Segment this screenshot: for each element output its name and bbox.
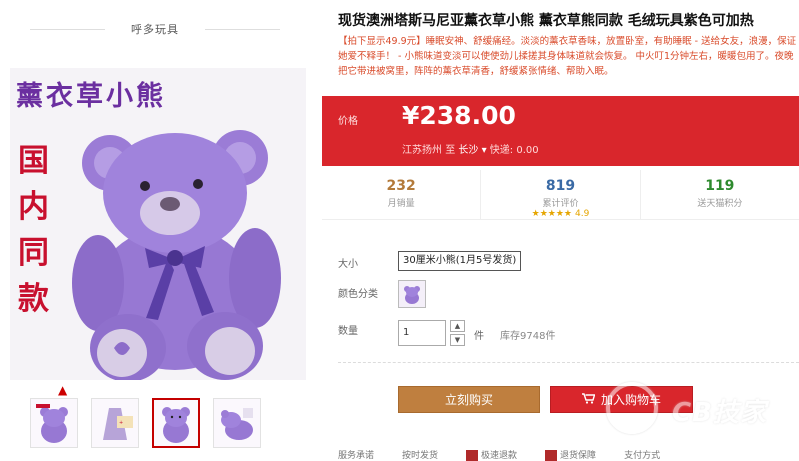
ship-origin: 江苏扬州 [402,145,442,156]
stats-bar: 232 月销量 819 累计评价 ★★★★★ 4.9 119 送天猫积分 [322,170,799,220]
shipping-fee: 快递: 0.00 [489,145,539,156]
points-label: 送天猫积分 [697,199,743,209]
service-item-label: 极速退款 [481,451,518,461]
ship-destination-select[interactable]: 长沙 ▾ [458,145,486,156]
divider-line [30,29,105,30]
thumbnail[interactable]: + [91,398,139,448]
star-icon: ★★★★★ [531,209,572,219]
promo-description: 【拍下显示49.9元】睡眠安神、舒缓痛经。淡淡的薰衣草香味，放置卧室，有助睡眠 … [338,36,797,77]
points-value: 119 [705,178,735,194]
ship-to: 至 [445,145,456,156]
watermark-logo-icon [606,382,658,434]
rating-score: 4.9 [575,209,590,219]
stat-reviews[interactable]: 819 累计评价 ★★★★★ 4.9 [481,170,641,219]
shop-name[interactable]: 呼多玩具 [131,23,179,36]
size-option[interactable]: 30厘米小熊(1月5号发货) [398,251,522,271]
product-gallery: 呼多玩具 薰衣草小熊 国内同款 ▲ + [0,0,318,461]
service-item[interactable]: 按时发货 [402,448,438,461]
bear-thumbnail-icon [162,407,190,443]
size-label: 大小 [338,259,358,270]
svg-text:+: + [119,420,123,426]
cart-icon [581,387,596,414]
service-tag-icon [545,450,558,461]
image-side-text: 国内同款 [18,143,49,317]
stat-monthly-sales: 232 月销量 [322,170,482,219]
star-rating: ★★★★★ 4.9 [481,209,639,219]
reviews-label: 累计评价 [542,199,579,209]
lavender-bear-image [72,130,281,380]
stat-points: 119 送天猫积分 [641,170,799,219]
monthly-sales-value: 232 [386,178,416,194]
color-option[interactable] [398,280,426,308]
thumbnail[interactable] [213,398,261,448]
divider-line [205,29,280,30]
divider [338,362,799,363]
main-product-image[interactable]: 薰衣草小熊 国内同款 [10,68,306,380]
thumbnail[interactable] [30,398,78,448]
shipping-info: 江苏扬州 至 长沙 ▾ 快递: 0.00 [402,141,539,156]
quantity-label: 数量 [338,326,358,337]
service-item[interactable]: 退货保障 [545,448,596,461]
service-item[interactable]: 极速退款 [466,448,517,461]
chevron-down-icon: ▾ [481,145,487,156]
lavender-sack-thumbnail-icon: + [103,408,133,440]
service-tag-icon [466,450,479,461]
service-label: 服务承诺 [338,451,375,461]
bear-thumbnail-icon [36,404,68,443]
color-label: 颜色分类 [338,289,378,300]
bear-thumbnail-icon [221,408,253,440]
thumbnail-strip: + [30,398,261,448]
price-label: 价格 [338,116,358,127]
shop-header: 呼多玩具 [20,18,290,40]
stock-count: 库存9748件 [500,331,556,342]
watermark-text: CB技家 [672,398,767,428]
chevron-up-icon[interactable]: ▲ [58,383,67,397]
price-value: ¥238.00 [402,101,516,130]
bear-swatch-icon [404,286,420,304]
chevron-up-icon: ▲ [454,322,461,330]
quantity-decrease-button[interactable]: ▼ [450,334,465,346]
watermark: CB技家 [606,378,796,458]
image-title-overlay: 薰衣草小熊 [16,81,166,112]
reviews-value: 819 [545,178,576,194]
monthly-sales-label: 月销量 [387,199,415,209]
service-item-label: 按时发货 [402,451,439,461]
quantity-increase-button[interactable]: ▲ [450,320,465,332]
buy-now-button[interactable]: 立刻购买 [398,386,540,413]
thumbnail-active[interactable] [152,398,200,448]
product-title: 现货澳洲塔斯马尼亚薰衣草小熊 薰衣草熊同款 毛绒玩具紫色可加热 [338,13,754,29]
quantity-unit: 件 [474,331,484,342]
ship-destination: 长沙 [458,145,479,156]
service-item-label: 退货保障 [560,451,597,461]
chevron-down-icon: ▼ [454,336,461,344]
price-panel: 价格 ¥238.00 江苏扬州 至 长沙 ▾ 快递: 0.00 [322,96,799,166]
quantity-input[interactable]: 1 [398,320,446,346]
